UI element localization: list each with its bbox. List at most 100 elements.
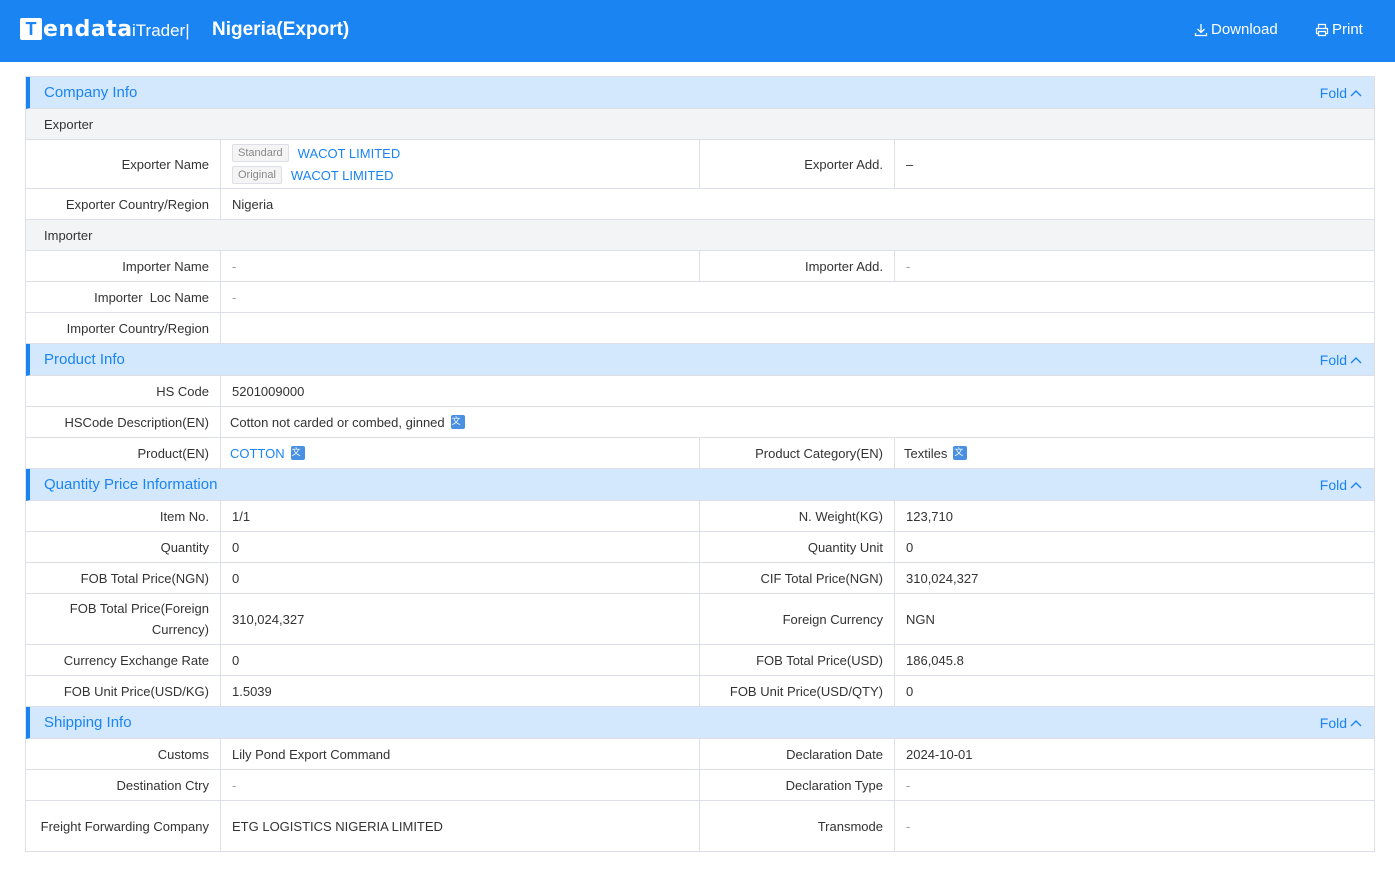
field-label: FOB Total Price(Foreign Currency) [26, 594, 221, 644]
field-value: Nigeria [232, 196, 274, 212]
table-row: FOB Unit Price(USD/KG) 1.5039 FOB Unit P… [26, 676, 1374, 707]
exporter-original-name-link[interactable]: WACOT LIMITED [291, 168, 394, 183]
field-label: Importer Loc Name [26, 282, 221, 312]
top-bar: T endata iTrader| Nigeria(Export) Downlo… [0, 0, 1395, 62]
field-value [221, 313, 1374, 343]
fold-label: Fold [1319, 477, 1347, 493]
fold-toggle[interactable]: Fold [1320, 477, 1362, 493]
field-label: FOB Total Price(NGN) [26, 563, 221, 593]
field-value: – [906, 156, 914, 172]
field-label: FOB Unit Price(USD/KG) [26, 676, 221, 706]
field-label: Currency Exchange Rate [26, 645, 221, 675]
field-label: FOB Unit Price(USD/QTY) [700, 676, 895, 706]
chevron-up-icon [1350, 720, 1362, 727]
field-label: Importer Add. [700, 251, 895, 281]
field-label: Importer Name [26, 251, 221, 281]
section-title: Product Info [44, 351, 125, 368]
field-value: 2024-10-01 [906, 746, 973, 762]
print-label: Print [1332, 21, 1363, 38]
field-value: 5201009000 [232, 383, 305, 399]
field-label: Exporter Country/Region [26, 189, 221, 219]
download-icon [1194, 23, 1208, 36]
field-value: 1/1 [221, 501, 700, 531]
tendata-logo[interactable]: T endata [20, 16, 133, 42]
field-label: Exporter Name [26, 140, 221, 188]
chevron-up-icon [1350, 482, 1362, 489]
chevron-up-icon [1350, 90, 1362, 97]
field-value: 0 [906, 539, 914, 555]
field-value: 310,024,327 [221, 594, 700, 644]
field-value: ETG LOGISTICS NIGERIA LIMITED [221, 801, 700, 851]
fold-label: Fold [1319, 715, 1347, 731]
field-value: NGN [906, 611, 935, 627]
field-label: FOB Total Price(USD) [700, 645, 895, 675]
original-tag: Original [232, 166, 282, 184]
fold-label: Fold [1319, 352, 1347, 368]
detail-table: Company Info Fold Exporter Exporter Name… [25, 76, 1375, 852]
field-value: Cotton not carded or combed, ginned [230, 414, 445, 430]
field-label: Exporter Add. [700, 140, 895, 188]
exporter-name-cell: Standard WACOT LIMITED Original WACOT LIMI… [221, 140, 700, 188]
itrader-brand: iTrader| [132, 21, 190, 40]
field-label: Importer Country/Region [26, 313, 221, 343]
field-value: 310,024,327 [906, 570, 979, 586]
fold-toggle[interactable]: Fold [1320, 715, 1362, 731]
translate-icon[interactable] [450, 414, 465, 429]
field-value: 0 [906, 683, 914, 699]
translate-icon[interactable] [953, 445, 968, 460]
field-value: - [906, 777, 911, 793]
field-value: 1.5039 [221, 676, 700, 706]
field-value: 0 [221, 563, 700, 593]
section-title: Shipping Info [44, 714, 132, 731]
table-row: HS Code 5201009000 [26, 376, 1374, 407]
field-label: Destination Ctry [26, 770, 221, 800]
field-value: - [906, 258, 911, 274]
table-row: Importer Loc Name - [26, 282, 1374, 313]
category-cell: Textiles [895, 438, 1374, 468]
table-row: Customs Lily Pond Export Command Declara… [26, 739, 1374, 770]
table-row: Destination Ctry - Declaration Type - [26, 770, 1374, 801]
logo-t-mark: T [20, 18, 42, 40]
section-product-info: Product Info Fold [26, 344, 1374, 376]
chevron-up-icon [1350, 357, 1362, 364]
table-row: Freight Forwarding Company ETG LOGISTICS… [26, 801, 1374, 852]
field-value: Lily Pond Export Command [221, 739, 700, 769]
fold-label: Fold [1319, 85, 1347, 101]
section-shipping-info: Shipping Info Fold [26, 707, 1374, 739]
standard-tag: Standard [232, 144, 289, 162]
table-row: FOB Total Price(NGN) 0 CIF Total Price(N… [26, 563, 1374, 594]
table-row: Item No. 1/1 N. Weight(KG) 123,710 [26, 501, 1374, 532]
fold-toggle[interactable]: Fold [1320, 85, 1362, 101]
field-label: Freight Forwarding Company [26, 801, 221, 851]
download-button[interactable]: Download [1194, 21, 1278, 38]
table-row: HSCode Description(EN) Cotton not carded… [26, 407, 1374, 438]
table-row: FOB Total Price(Foreign Currency) 310,02… [26, 594, 1374, 645]
table-row: Exporter Name Standard WACOT LIMITED Orig… [26, 140, 1374, 189]
field-label: Foreign Currency [700, 594, 895, 644]
field-label: Product Category(EN) [700, 438, 895, 468]
product-link[interactable]: COTTON [230, 446, 285, 461]
table-row: Quantity 0 Quantity Unit 0 [26, 532, 1374, 563]
field-label: Product(EN) [26, 438, 221, 468]
field-label: HS Code [26, 376, 221, 406]
field-label: Customs [26, 739, 221, 769]
table-row: Exporter Country/Region Nigeria [26, 189, 1374, 220]
print-button[interactable]: Print [1315, 21, 1363, 38]
product-cell: COTTON [221, 438, 700, 468]
field-label: Quantity Unit [700, 532, 895, 562]
field-value: 123,710 [906, 508, 953, 524]
table-row: Importer Country/Region [26, 313, 1374, 344]
hs-description-cell: Cotton not carded or combed, ginned [221, 407, 1374, 437]
translate-icon[interactable] [290, 445, 305, 460]
table-row: Product(EN) COTTON Product Category(EN) … [26, 438, 1374, 469]
importer-subheading: Importer [26, 220, 1374, 251]
section-company-info: Company Info Fold [26, 77, 1374, 109]
fold-toggle[interactable]: Fold [1320, 352, 1362, 368]
field-label: Declaration Date [700, 739, 895, 769]
field-value: - [232, 289, 237, 305]
printer-icon [1315, 23, 1329, 36]
field-label: Item No. [26, 501, 221, 531]
exporter-standard-name-link[interactable]: WACOT LIMITED [298, 146, 401, 161]
section-title: Quantity Price Information [44, 476, 218, 493]
section-quantity-price: Quantity Price Information Fold [26, 469, 1374, 501]
